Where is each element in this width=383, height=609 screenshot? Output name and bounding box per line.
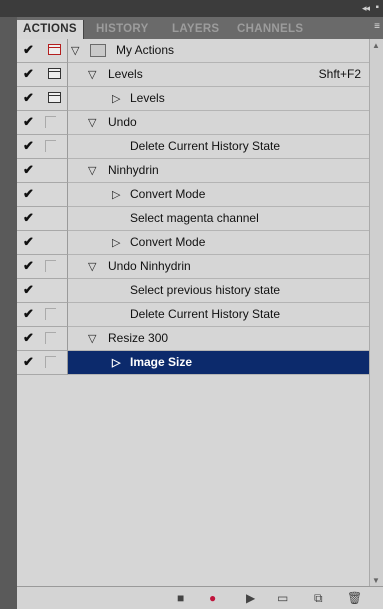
expand-triangle-icon[interactable]: ▽ [88, 332, 96, 345]
check-icon[interactable]: ✔ [23, 187, 36, 200]
actions-list: ✔ ▽ My Actions ✔ ▽ Levels Shft+F2 ✔ ▷ Le… [17, 39, 383, 375]
command-row[interactable]: ✔ Delete Current History State [17, 135, 383, 159]
dialog-toggle-icon[interactable] [48, 68, 61, 79]
collapse-triangle-icon[interactable]: ▷ [112, 92, 120, 105]
command-row[interactable]: ✔ ▷ Convert Mode [17, 183, 383, 207]
check-icon[interactable]: ✔ [23, 355, 36, 368]
command-name: Image Size [130, 355, 193, 369]
command-row[interactable]: ✔ ▷ Convert Mode [17, 231, 383, 255]
check-icon[interactable]: ✔ [23, 235, 36, 248]
stop-icon[interactable]: ■ [177, 592, 184, 604]
panel-menu-icon[interactable]: ≡ [374, 21, 380, 32]
empty-toggle[interactable] [45, 140, 56, 152]
command-row-selected[interactable]: ✔ ▷ Image Size [17, 351, 383, 375]
check-icon[interactable]: ✔ [23, 307, 36, 320]
command-row[interactable]: ✔ Delete Current History State [17, 303, 383, 327]
new-set-icon[interactable]: ▭ [277, 592, 288, 604]
collapse-triangle-icon[interactable]: ▷ [112, 236, 120, 249]
action-name: Levels [108, 67, 143, 81]
expand-triangle-icon[interactable]: ▽ [88, 116, 96, 129]
new-action-icon[interactable]: ⧉ [314, 592, 323, 604]
action-set-name: My Actions [116, 43, 175, 57]
action-name: Ninhydrin [108, 163, 159, 177]
command-name: Convert Mode [130, 187, 206, 201]
action-row[interactable]: ✔ ▽ Undo [17, 111, 383, 135]
scrollbar[interactable]: ▲ ▼ [369, 39, 383, 587]
check-icon[interactable]: ✔ [23, 163, 36, 176]
action-set-row[interactable]: ✔ ▽ My Actions [17, 39, 383, 63]
check-icon[interactable]: ✔ [23, 283, 36, 296]
expand-triangle-icon[interactable]: ▽ [71, 44, 79, 57]
dialog-toggle-icon[interactable] [48, 44, 61, 55]
close-icon[interactable]: ▪ [375, 2, 379, 13]
action-row[interactable]: ✔ ▽ Resize 300 [17, 327, 383, 351]
trash-icon[interactable]: 🗑 [347, 592, 362, 604]
command-name: Delete Current History State [130, 139, 281, 153]
collapse-icon[interactable]: ◂◂ [362, 3, 370, 14]
tab-actions[interactable]: ACTIONS [17, 20, 84, 39]
command-name: Convert Mode [130, 235, 206, 249]
action-row[interactable]: ✔ ▽ Ninhydrin [17, 159, 383, 183]
actions-panel: ACTIONS HISTORY LAYERS CHANNELS ≡ ✔ ▽ My… [17, 17, 383, 609]
action-name: Undo Ninhydrin [108, 259, 191, 273]
scroll-up-icon[interactable]: ▲ [372, 41, 380, 50]
empty-toggle[interactable] [45, 308, 56, 320]
dialog-toggle-icon[interactable] [48, 92, 61, 103]
command-name: Select magenta channel [130, 211, 259, 225]
folder-icon [90, 44, 106, 57]
command-name: Delete Current History State [130, 307, 281, 321]
check-icon[interactable]: ✔ [23, 211, 36, 224]
command-row[interactable]: ✔ Select magenta channel [17, 207, 383, 231]
check-icon[interactable]: ✔ [23, 67, 36, 80]
command-name: Select previous history state [130, 283, 281, 297]
panel-titlebar: ◂◂ ▪ [0, 0, 383, 17]
action-name: Undo [108, 115, 137, 129]
expand-triangle-icon[interactable]: ▽ [88, 68, 96, 81]
check-icon[interactable]: ✔ [23, 139, 36, 152]
tab-history[interactable]: HISTORY [96, 20, 149, 39]
action-row[interactable]: ✔ ▽ Levels Shft+F2 [17, 63, 383, 87]
collapse-triangle-icon[interactable]: ▷ [112, 356, 120, 369]
action-name: Resize 300 [108, 331, 169, 345]
expand-triangle-icon[interactable]: ▽ [88, 260, 96, 273]
check-icon[interactable]: ✔ [23, 259, 36, 272]
panel-tabs: ACTIONS HISTORY LAYERS CHANNELS ≡ [17, 17, 383, 39]
tab-channels[interactable]: CHANNELS [237, 20, 303, 39]
actions-toolbar: ■ ● ▶ ▭ ⧉ 🗑 [17, 586, 383, 609]
empty-toggle[interactable] [45, 356, 56, 368]
check-icon[interactable]: ✔ [23, 331, 36, 344]
action-shortcut: Shft+F2 [318, 67, 361, 81]
check-icon[interactable]: ✔ [23, 43, 36, 56]
action-row[interactable]: ✔ ▽ Undo Ninhydrin [17, 255, 383, 279]
command-row[interactable]: ✔ Select previous history state [17, 279, 383, 303]
empty-toggle[interactable] [45, 116, 56, 128]
expand-triangle-icon[interactable]: ▽ [88, 164, 96, 177]
play-icon[interactable]: ▶ [246, 592, 255, 604]
record-icon[interactable]: ● [209, 592, 216, 604]
tab-layers[interactable]: LAYERS [172, 20, 219, 39]
collapse-triangle-icon[interactable]: ▷ [112, 188, 120, 201]
command-row[interactable]: ✔ ▷ Levels [17, 87, 383, 111]
empty-toggle[interactable] [45, 260, 56, 272]
check-icon[interactable]: ✔ [23, 91, 36, 104]
empty-toggle[interactable] [45, 332, 56, 344]
command-name: Levels [130, 91, 165, 105]
scroll-down-icon[interactable]: ▼ [372, 576, 380, 585]
check-icon[interactable]: ✔ [23, 115, 36, 128]
